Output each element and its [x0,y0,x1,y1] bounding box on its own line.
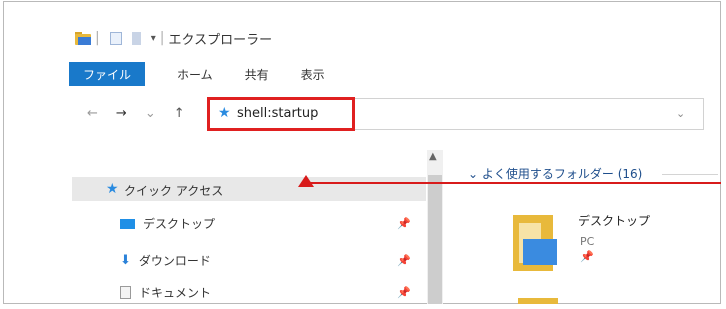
document-icon [120,286,131,299]
divider [662,174,718,175]
quick-access-toolbar-dropdown-icon[interactable]: ▾ [151,33,156,44]
desktop-folder-icon[interactable] [513,215,559,271]
sidebar-item-documents[interactable]: ドキュメント [120,284,211,301]
back-icon[interactable]: ← [87,106,98,121]
folder-icon [75,31,91,45]
chevron-down-icon: ⌄ [468,167,482,181]
sidebar-item-label: ドキュメント [139,286,212,300]
properties-icon[interactable] [109,31,122,45]
pin-icon[interactable]: 📌 [397,286,411,299]
up-icon[interactable]: ↑ [174,106,185,121]
desktop-icon [120,218,135,229]
sidebar-item-downloads[interactable]: ⬇ ダウンロード [120,252,211,269]
sidebar-item-label: ダウンロード [138,254,211,268]
group-header-label: よく使用するフォルダー (16) [481,167,643,181]
scroll-up-icon[interactable]: ▲ [429,151,437,162]
new-folder-icon[interactable] [131,31,141,45]
tab-view[interactable]: 表示 [289,62,337,86]
tile-name[interactable]: デスクトップ [578,212,650,229]
quick-access-label[interactable]: クイック アクセス [124,182,223,199]
pin-icon[interactable]: 📌 [397,217,411,230]
separator: | [95,30,100,46]
folder-icon[interactable] [518,298,558,304]
sidebar-item-label: デスクトップ [143,217,216,231]
highlight-box [207,97,355,131]
tile-location: PC [580,235,595,248]
window-title: エクスプローラー [168,32,273,48]
navigation-buttons: ← → ⌄ ↑ [87,106,193,121]
ribbon-tabs: ファイル ホーム 共有 表示 [69,62,345,86]
annotation-arrowhead [298,175,314,187]
annotation-arrow [308,182,721,184]
pin-icon: 📌 [580,250,594,263]
address-dropdown-icon[interactable]: ⌄ [676,107,685,120]
forward-icon[interactable]: → [116,106,127,121]
tab-file[interactable]: ファイル [69,62,146,86]
recent-locations-icon[interactable]: ⌄ [145,106,156,121]
download-icon: ⬇ [120,253,131,268]
star-icon: ★ [106,181,119,197]
sidebar-item-desktop[interactable]: デスクトップ [120,215,215,232]
tab-home[interactable]: ホーム [165,62,225,86]
title-bar: | ▾ | エクスプローラー [75,27,272,49]
separator: | [159,30,165,46]
tab-share[interactable]: 共有 [233,62,281,86]
frequent-folders-header[interactable]: ⌄ よく使用するフォルダー (16) [468,165,642,182]
scrollbar-thumb[interactable] [428,175,442,304]
pin-icon[interactable]: 📌 [397,254,411,267]
